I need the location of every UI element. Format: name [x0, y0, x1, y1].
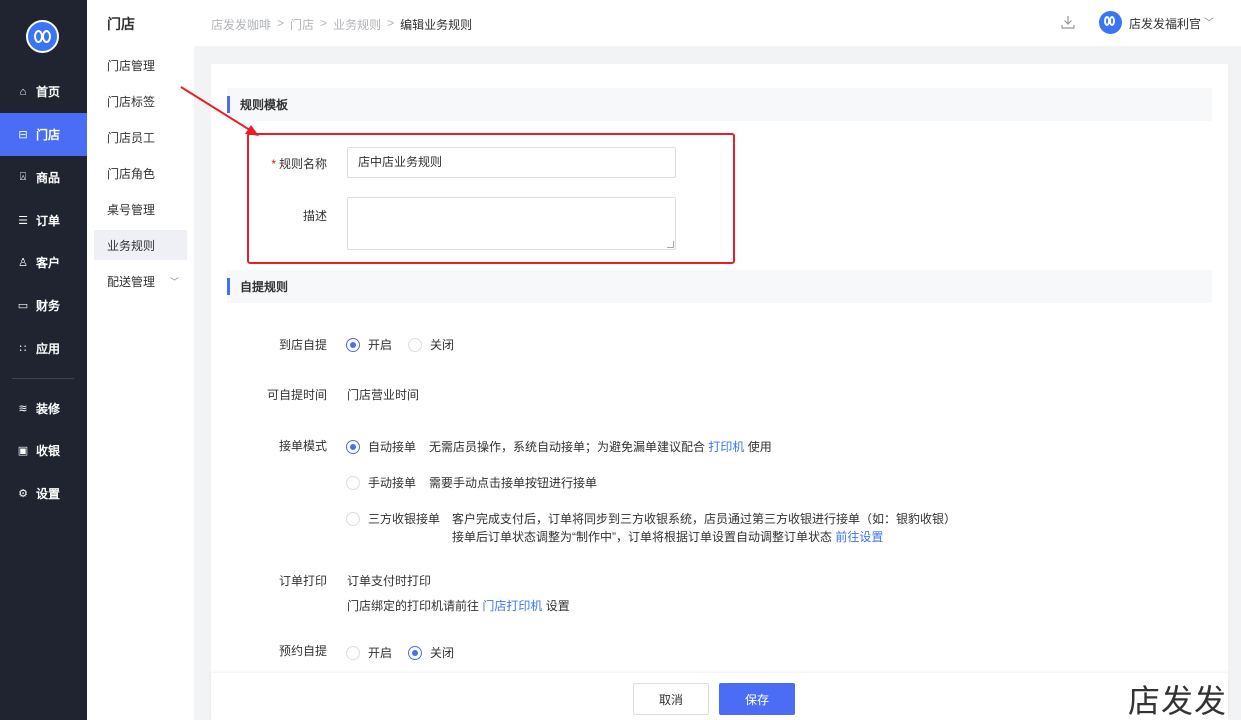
settings-icon: ⚙: [18, 488, 28, 500]
cashier-icon: ▣: [17, 445, 29, 457]
submenu-item-delivery[interactable]: 配送管理 ﹀: [94, 266, 187, 296]
reserve-on-radio[interactable]: 开启: [346, 644, 392, 661]
nav-item-cashier[interactable]: ▣ 收银: [0, 429, 87, 472]
nav-item-goods[interactable]: ⍓ 商品: [0, 156, 87, 199]
order-icon: ☰: [18, 215, 28, 227]
chevron-down-icon: ﹀: [170, 276, 180, 287]
download-icon[interactable]: [1060, 14, 1076, 30]
action-bar: 取消 保存: [211, 673, 1228, 720]
radio-checked-icon: [346, 439, 360, 454]
radio-unchecked-icon: [346, 645, 360, 660]
breadcrumb: 店发发咖啡 > 门店 > 业务规则 > 编辑业务规则: [211, 16, 472, 33]
manual-accept-radio[interactable]: 手动接单: [346, 474, 416, 491]
nav-item-home[interactable]: ⌂ 首页: [0, 70, 87, 113]
nav-item-apps[interactable]: ∷ 应用: [0, 327, 87, 370]
radio-checked-icon: [346, 337, 360, 352]
print-value: 订单支付时打印: [347, 574, 432, 588]
annotation-arrow-icon: [180, 86, 259, 136]
radio-unchecked-icon: [346, 511, 360, 526]
nav-item-decoration[interactable]: ≋ 装修: [0, 387, 87, 430]
nav-item-orders[interactable]: ☰ 订单: [0, 199, 87, 242]
watermark: 店发发: [1128, 682, 1228, 720]
breadcrumb-item[interactable]: 店发发咖啡: [211, 16, 271, 33]
user-name[interactable]: 店发发福利官: [1129, 15, 1201, 32]
nav-item-settings[interactable]: ⚙ 设置: [0, 472, 87, 515]
third-accept-hint-2: 接单后订单状态调整为“制作中”，订单将根据订单设置自动调整订单状态 前往设置: [452, 530, 884, 544]
chevron-down-icon[interactable]: ﹀: [1204, 14, 1214, 29]
accept-mode-label: 接单模式: [278, 439, 327, 453]
breadcrumb-separator: >: [320, 16, 328, 30]
pickup-label: 到店自提: [278, 338, 327, 352]
submenu-item-business-rules[interactable]: 业务规则: [94, 230, 187, 260]
nav-item-store[interactable]: ⊟ 门店: [0, 113, 87, 156]
auto-accept-hint: 无需店员操作，系统自动接单；为避免漏单建议配合 打印机 使用: [429, 440, 772, 454]
reserve-label: 预约自提: [278, 644, 327, 658]
wallet-icon: ▭: [17, 300, 29, 312]
third-accept-radio[interactable]: 三方收银接单: [346, 510, 440, 527]
user-avatar[interactable]: [1099, 11, 1122, 34]
main-nav: ⌂ 首页 ⊟ 门店 ⍓ 商品 ☰ 订单 ♙ 客户 ▭ 财务 ∷ 应用 ≋ 装修 ▣ 收银 ⚙ 设置: [0, 0, 87, 720]
submenu-title: 门店: [107, 16, 135, 32]
nav-item-finance[interactable]: ▭ 财务: [0, 284, 87, 327]
top-header: 店发发咖啡 > 门店 > 业务规则 > 编辑业务规则 店发发福利官 ﹀: [194, 0, 1241, 46]
go-settings-link[interactable]: 前往设置: [835, 530, 883, 544]
breadcrumb-item[interactable]: 门店: [290, 16, 314, 33]
layers-icon: ≋: [18, 403, 28, 415]
submenu-item-store-roles[interactable]: 门店角色: [94, 158, 187, 188]
print-label: 订单打印: [278, 574, 327, 588]
nav-divider: [12, 378, 74, 379]
apps-icon: ∷: [19, 343, 27, 355]
manual-accept-hint: 需要手动点击接单按钮进行接单: [429, 476, 598, 490]
printer-link[interactable]: 打印机: [708, 440, 744, 454]
bag-icon: ⍓: [19, 171, 27, 183]
radio-checked-icon: [408, 645, 422, 660]
nav-item-customers[interactable]: ♙ 客户: [0, 241, 87, 284]
pickup-time-value: 门店营业时间: [347, 388, 420, 402]
save-button[interactable]: 保存: [719, 683, 795, 715]
reserve-off-radio[interactable]: 关闭: [408, 644, 454, 661]
breadcrumb-item[interactable]: 业务规则: [333, 16, 381, 33]
submenu-item-store-staff[interactable]: 门店员工: [94, 122, 187, 152]
pickup-on-radio[interactable]: 开启: [346, 336, 392, 353]
section-header-pickup: 自提规则: [227, 270, 1212, 303]
submenu-item-store-tags[interactable]: 门店标签: [94, 86, 187, 116]
print-hint: 门店绑定的打印机请前往 门店打印机 设置: [347, 599, 570, 613]
pickup-time-label: 可自提时间: [266, 388, 327, 402]
radio-unchecked-icon: [346, 475, 360, 490]
section-header-template: 规则模板: [227, 88, 1212, 121]
third-accept-hint: 客户完成支付后，订单将同步到三方收银系统，店员通过第三方收银进行接单（如：银豹收…: [452, 512, 957, 526]
auto-accept-radio[interactable]: 自动接单: [346, 438, 416, 455]
breadcrumb-current: 编辑业务规则: [400, 18, 473, 32]
breadcrumb-separator: >: [387, 16, 395, 30]
home-icon: ⌂: [19, 85, 27, 98]
store-printer-link[interactable]: 门店打印机: [482, 599, 542, 613]
cancel-button[interactable]: 取消: [633, 683, 709, 715]
user-icon: ♙: [18, 257, 28, 269]
annotation-highlight-box: [247, 133, 735, 264]
radio-unchecked-icon: [408, 337, 422, 352]
submenu-item-store-manage[interactable]: 门店管理: [94, 50, 187, 80]
pickup-off-radio[interactable]: 关闭: [408, 336, 454, 353]
store-icon: ⊟: [18, 129, 28, 141]
brand-logo-icon[interactable]: [26, 20, 59, 53]
submenu-item-table-numbers[interactable]: 桌号管理: [94, 194, 187, 224]
breadcrumb-separator: >: [277, 16, 285, 30]
